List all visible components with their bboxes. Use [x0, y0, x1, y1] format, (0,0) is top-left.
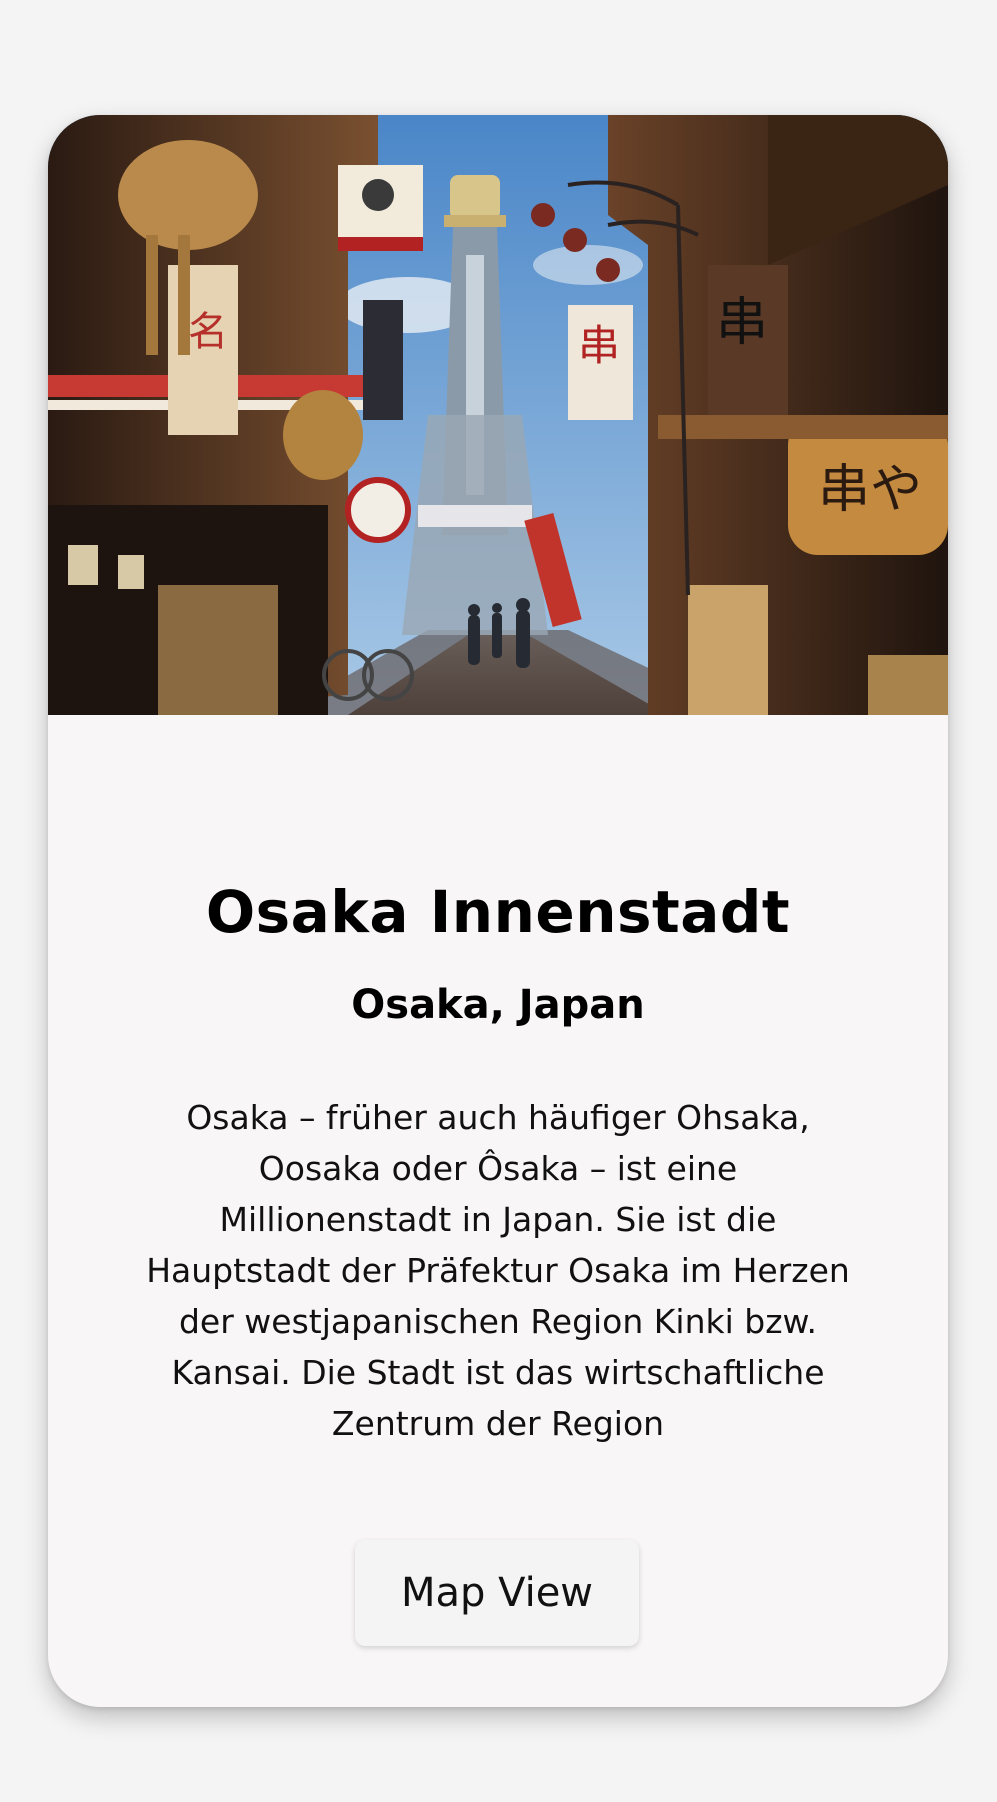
svg-text:串や: 串や [818, 460, 922, 520]
location-card: 名 串 串 串や Osaka Innenstadt Osaka, Japan O… [48, 115, 948, 1707]
location-photo: 名 串 串 串や [48, 115, 948, 715]
map-view-button[interactable]: Map View [355, 1540, 639, 1646]
svg-text:串: 串 [578, 321, 620, 370]
svg-text:名: 名 [188, 309, 228, 355]
location-subtitle: Osaka, Japan [351, 982, 645, 1028]
location-description: Osaka – früher auch häufiger Ohsaka, Oos… [146, 1098, 850, 1443]
svg-text:串: 串 [716, 293, 768, 353]
location-title: Osaka Innenstadt [205, 878, 791, 946]
